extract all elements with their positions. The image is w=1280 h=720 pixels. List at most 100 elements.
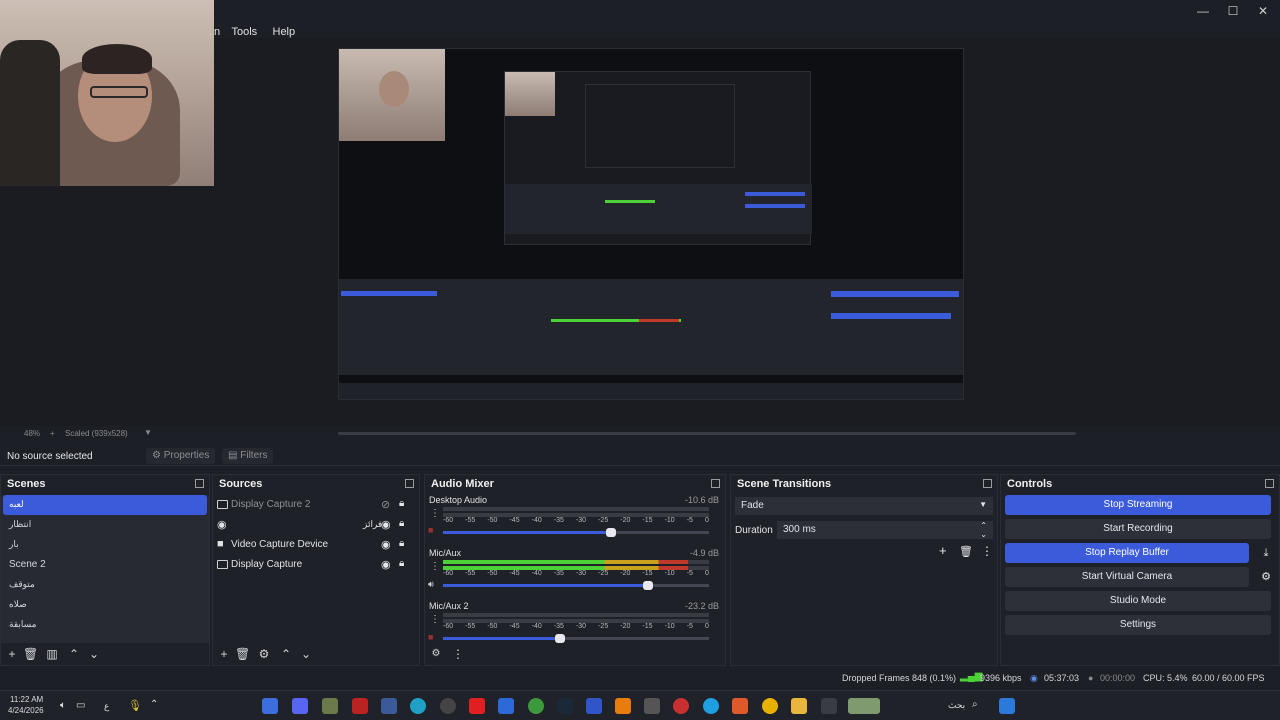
filters-button[interactable]: ▤ Filters bbox=[222, 448, 274, 464]
app-icon[interactable] bbox=[821, 698, 837, 714]
eye-icon[interactable]: ◉ bbox=[381, 518, 391, 531]
duration-input[interactable]: 300 ms ⌃ ⌄ bbox=[777, 521, 993, 539]
folder-icon[interactable] bbox=[791, 698, 807, 714]
dock-float-icon[interactable] bbox=[195, 479, 204, 488]
slider-knob[interactable] bbox=[555, 634, 566, 643]
trash-icon[interactable]: 🗑 bbox=[23, 647, 38, 661]
source-row[interactable]: Display Capture ◉ 🔒︎ bbox=[213, 555, 419, 575]
gear-icon[interactable]: ⚙ bbox=[257, 647, 271, 661]
add-icon[interactable]: + bbox=[217, 647, 231, 661]
lock-icon[interactable]: 🔒︎ bbox=[399, 498, 404, 509]
windows-start-icon[interactable] bbox=[999, 698, 1015, 714]
properties-button[interactable]: ⚙ Properties bbox=[146, 448, 216, 464]
discord-icon[interactable] bbox=[292, 698, 308, 714]
close-button[interactable]: ✕ bbox=[1256, 4, 1270, 18]
language-indicator[interactable]: ع bbox=[104, 701, 109, 712]
menu-partial[interactable]: n bbox=[214, 26, 220, 38]
kebab-icon[interactable]: ⋮ bbox=[430, 508, 440, 519]
start-virtual-camera-button[interactable]: Start Virtual Camera bbox=[1005, 567, 1249, 587]
gear-icon[interactable]: ⚙ bbox=[1257, 567, 1275, 587]
stop-streaming-button[interactable]: Stop Streaming bbox=[1005, 495, 1271, 515]
eye-hidden-icon[interactable]: ⊘ bbox=[381, 498, 390, 511]
chrome-icon[interactable] bbox=[762, 698, 778, 714]
speaker-icon[interactable]: ■ bbox=[428, 525, 438, 535]
kebab-icon[interactable]: ⋮ bbox=[430, 614, 440, 625]
kebab-icon[interactable]: ⋮ bbox=[430, 561, 440, 572]
lock-icon[interactable]: 🔒︎ bbox=[399, 558, 404, 569]
steam-icon[interactable] bbox=[557, 698, 573, 714]
slider-knob[interactable] bbox=[605, 528, 616, 537]
network-icon[interactable]: ▭ bbox=[76, 700, 85, 711]
volume-slider[interactable] bbox=[443, 528, 709, 537]
clock-date[interactable]: 4/24/2026 bbox=[8, 706, 44, 715]
minimize-button[interactable]: — bbox=[1196, 4, 1210, 18]
app-icon[interactable] bbox=[673, 698, 689, 714]
search-label[interactable]: بحث bbox=[948, 700, 965, 711]
scene-item[interactable]: انتظار bbox=[3, 515, 207, 535]
program-canvas[interactable] bbox=[338, 48, 964, 400]
app-icon[interactable] bbox=[410, 698, 426, 714]
slider-knob[interactable] bbox=[642, 581, 653, 590]
dock-float-icon[interactable] bbox=[983, 479, 992, 488]
stepper-icon[interactable]: ⌃ ⌄ bbox=[980, 521, 987, 539]
start-recording-button[interactable]: Start Recording bbox=[1005, 519, 1271, 539]
menu-tools[interactable]: Tools bbox=[231, 26, 257, 38]
dock-float-icon[interactable] bbox=[1265, 479, 1274, 488]
scene-item[interactable]: Scene 2 bbox=[3, 555, 207, 575]
add-icon[interactable]: + bbox=[5, 647, 19, 661]
edge-icon[interactable] bbox=[703, 698, 719, 714]
kebab-icon[interactable]: ⋮ bbox=[451, 647, 465, 661]
zoom-icon[interactable] bbox=[498, 698, 514, 714]
mixer-settings-icon[interactable]: ⚙ bbox=[429, 647, 443, 661]
youtube-icon[interactable] bbox=[469, 698, 485, 714]
preview-scrollbar[interactable] bbox=[338, 432, 1076, 435]
move-up-icon[interactable]: ⌃ bbox=[67, 647, 81, 661]
speaker-icon[interactable]: ■ bbox=[428, 632, 438, 642]
chevron-up-icon[interactable]: ⌃ bbox=[150, 699, 158, 710]
transition-select[interactable]: Fade ▼ bbox=[735, 497, 993, 515]
app-icon[interactable] bbox=[644, 698, 660, 714]
trash-icon[interactable]: 🗑 bbox=[235, 647, 250, 661]
kebab-icon[interactable]: ⋮ bbox=[981, 544, 993, 558]
widget-icon[interactable] bbox=[848, 698, 880, 714]
brave-icon[interactable] bbox=[732, 698, 748, 714]
speaker-icon[interactable]: 🔊︎ bbox=[428, 579, 438, 589]
dock-float-icon[interactable] bbox=[405, 479, 414, 488]
scene-item[interactable]: بار bbox=[3, 535, 207, 555]
scene-item[interactable]: لعبه bbox=[3, 495, 207, 515]
zoom-level[interactable]: 48% bbox=[24, 429, 40, 438]
settings-button[interactable]: Settings bbox=[1005, 615, 1271, 635]
app-icon[interactable] bbox=[381, 698, 397, 714]
clock-time[interactable]: 11:22 AM bbox=[10, 695, 43, 704]
app-icon[interactable] bbox=[352, 698, 368, 714]
dock-float-icon[interactable] bbox=[711, 479, 720, 488]
vlc-icon[interactable] bbox=[615, 698, 631, 714]
lock-icon[interactable]: 🔒︎ bbox=[399, 518, 404, 529]
volume-slider[interactable] bbox=[443, 634, 709, 643]
app-icon[interactable] bbox=[322, 698, 338, 714]
scene-item[interactable]: صلاه bbox=[3, 595, 207, 615]
scene-item[interactable]: مسابقة bbox=[3, 615, 207, 635]
add-icon[interactable]: + bbox=[939, 543, 947, 558]
app-icon[interactable] bbox=[586, 698, 602, 714]
lock-icon[interactable]: 🔒︎ bbox=[399, 538, 404, 549]
eye-icon[interactable]: ◉ bbox=[381, 558, 391, 571]
scene-item[interactable]: متوقف bbox=[3, 575, 207, 595]
speaker-icon[interactable]: 🔈︎ bbox=[60, 700, 66, 711]
eye-icon[interactable]: ◉ bbox=[381, 538, 391, 551]
download-icon[interactable]: ⤓ bbox=[1257, 543, 1275, 563]
xbox-icon[interactable] bbox=[528, 698, 544, 714]
move-down-icon[interactable]: ⌄ bbox=[87, 647, 101, 661]
trash-icon[interactable]: 🗑 bbox=[959, 545, 973, 558]
app-icon[interactable] bbox=[262, 698, 278, 714]
maximize-button[interactable]: ☐ bbox=[1226, 4, 1240, 18]
studio-mode-button[interactable]: Studio Mode bbox=[1005, 591, 1271, 611]
scale-dropdown-icon[interactable]: ▼ bbox=[144, 428, 152, 437]
scale-label[interactable]: Scaled (939x528) bbox=[65, 429, 128, 438]
volume-slider[interactable] bbox=[443, 581, 709, 590]
menu-help[interactable]: Help bbox=[273, 26, 296, 38]
source-row[interactable]: Display Capture 2 ⊘ 🔒︎ bbox=[213, 495, 419, 515]
source-row[interactable]: ■ Video Capture Device ◉ 🔒︎ bbox=[213, 535, 419, 555]
move-down-icon[interactable]: ⌄ bbox=[299, 647, 313, 661]
source-row[interactable]: ◉ فرائز ◉ 🔒︎ bbox=[213, 515, 419, 535]
